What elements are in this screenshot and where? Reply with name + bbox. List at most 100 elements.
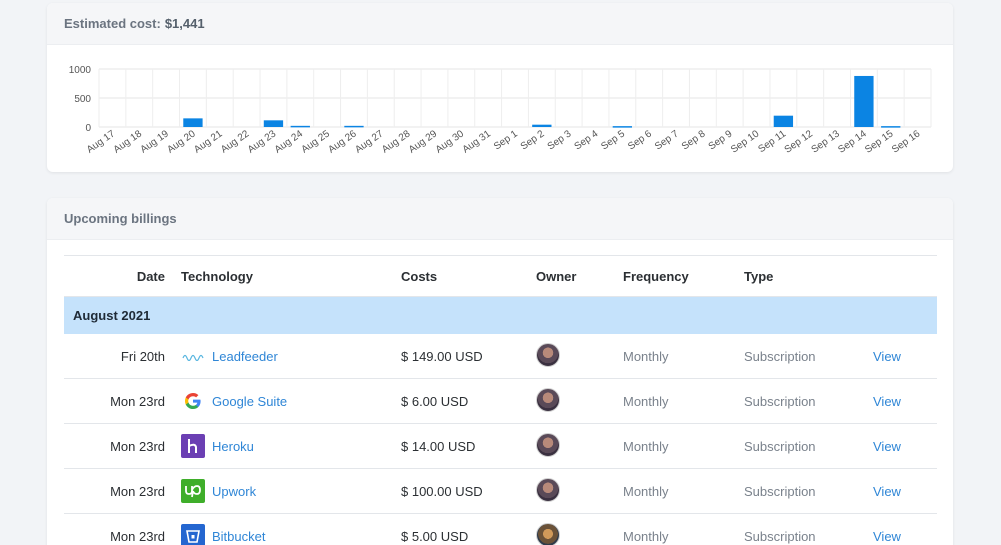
technology-link[interactable]: Heroku [212, 439, 254, 454]
upcoming-billings-title: Upcoming billings [64, 211, 177, 226]
table-header-row: Date Technology Costs Owner Frequency Ty… [64, 256, 937, 297]
month-group-row: August 2021 [64, 297, 937, 334]
x-tick-label: Aug 23 [246, 128, 279, 155]
row-type: Subscription [744, 483, 816, 499]
view-link[interactable]: View [873, 349, 901, 364]
daily-cost-chart: 10005000Aug 17Aug 18Aug 19Aug 20Aug 21Au… [69, 65, 932, 156]
view-link[interactable]: View [873, 484, 901, 499]
heroku-icon [181, 434, 205, 458]
chart-bar [290, 125, 310, 128]
header-type: Type [744, 268, 774, 284]
technology-link[interactable]: Google Suite [212, 394, 287, 409]
x-tick-label: Aug 18 [112, 128, 145, 155]
x-tick-label: Aug 28 [380, 128, 413, 155]
row-type: Subscription [744, 393, 816, 409]
table-row: Mon 23rd Upwork $ 100.00 USD Monthly Sub… [64, 469, 937, 514]
estimated-cost-header: Estimated cost: $1,441 [47, 3, 953, 45]
x-tick-label: Sep 5 [599, 128, 627, 152]
header-costs: Costs [401, 268, 438, 284]
bitbucket-icon [181, 524, 205, 545]
row-frequency: Monthly [623, 528, 669, 544]
x-tick-label: Aug 30 [434, 128, 467, 155]
header-frequency: Frequency [623, 268, 689, 284]
chart-bar [773, 115, 794, 127]
chart-bar [263, 120, 284, 127]
x-tick-label: Aug 22 [219, 128, 252, 155]
x-tick-label: Sep 7 [653, 128, 681, 152]
y-tick-label: 1000 [69, 65, 92, 76]
view-link[interactable]: View [873, 529, 901, 544]
x-tick-label: Sep 15 [863, 128, 896, 155]
row-type: Subscription [744, 438, 816, 454]
technology-link[interactable]: Upwork [212, 484, 256, 499]
billings-table: Date Technology Costs Owner Frequency Ty… [64, 255, 937, 545]
y-tick-label: 0 [85, 123, 91, 134]
row-date: Mon 23rd [110, 438, 165, 454]
chart-bar [183, 118, 203, 127]
row-cost: $ 149.00 USD [401, 348, 483, 364]
row-date: Mon 23rd [110, 483, 165, 499]
chart-bar [881, 126, 901, 128]
header-technology: Technology [181, 268, 253, 284]
x-tick-label: Sep 14 [836, 128, 869, 155]
month-group-label: August 2021 [73, 308, 151, 323]
chart-bar [854, 75, 874, 127]
row-frequency: Monthly [623, 438, 669, 454]
table-row: Mon 23rd Google Suite $ 6.00 USD Monthly… [64, 379, 937, 424]
header-owner: Owner [536, 268, 577, 284]
row-date: Mon 23rd [110, 528, 165, 544]
row-date: Fri 20th [120, 348, 165, 364]
row-frequency: Monthly [623, 348, 669, 364]
x-tick-label: Sep 10 [729, 128, 762, 155]
owner-avatar[interactable] [536, 477, 560, 502]
owner-avatar[interactable] [536, 387, 560, 412]
x-tick-label: Sep 16 [890, 128, 923, 155]
x-tick-label: Aug 29 [407, 128, 440, 155]
table-row: Mon 23rd Bitbucket $ 5.00 USD Monthly Su… [64, 514, 937, 545]
x-tick-label: Aug 25 [300, 128, 333, 155]
x-tick-label: Sep 8 [680, 128, 708, 152]
google-icon [181, 389, 205, 413]
leadfeeder-icon [181, 344, 205, 368]
upcoming-billings-header: Upcoming billings [47, 198, 953, 240]
y-tick-label: 500 [74, 94, 91, 105]
x-tick-label: Aug 24 [273, 128, 306, 155]
row-frequency: Monthly [623, 483, 669, 499]
x-tick-label: Aug 20 [165, 128, 198, 155]
row-type: Subscription [744, 528, 816, 544]
upwork-icon [181, 479, 205, 503]
x-tick-label: Sep 1 [492, 128, 520, 152]
x-tick-label: Sep 11 [756, 128, 788, 155]
x-tick-label: Aug 27 [353, 128, 386, 155]
x-tick-label: Aug 26 [326, 128, 359, 155]
technology-link[interactable]: Bitbucket [212, 529, 265, 544]
x-tick-label: Aug 21 [192, 128, 225, 155]
x-tick-label: Aug 19 [139, 128, 172, 155]
view-link[interactable]: View [873, 439, 901, 454]
technology-link[interactable]: Leadfeeder [212, 349, 278, 364]
row-type: Subscription [744, 348, 816, 364]
row-cost: $ 14.00 USD [401, 438, 476, 454]
upcoming-billings-card: Upcoming billings Date Technology Costs … [47, 198, 953, 545]
x-tick-label: Sep 12 [783, 128, 816, 155]
row-date: Mon 23rd [110, 393, 165, 409]
row-cost: $ 5.00 USD [401, 528, 469, 544]
chart-bar [612, 126, 633, 128]
table-row: Mon 23rd Heroku $ 14.00 USD Monthly Subs… [64, 424, 937, 469]
row-frequency: Monthly [623, 393, 669, 409]
owner-avatar[interactable] [536, 342, 560, 367]
chart-bar [344, 125, 364, 128]
x-tick-label: Sep 4 [573, 128, 601, 152]
x-tick-label: Aug 31 [461, 128, 494, 155]
view-link[interactable]: View [873, 394, 901, 409]
owner-avatar[interactable] [536, 522, 560, 545]
owner-avatar[interactable] [536, 432, 560, 457]
x-tick-label: Sep 2 [519, 128, 547, 152]
chart-bar [532, 124, 552, 127]
x-tick-label: Sep 13 [810, 128, 843, 155]
estimated-cost-label: Estimated cost: [64, 16, 161, 31]
header-date: Date [136, 268, 165, 284]
x-tick-label: Sep 6 [626, 128, 654, 152]
estimated-cost-amount: $1,441 [164, 16, 205, 31]
row-cost: $ 100.00 USD [401, 483, 483, 499]
